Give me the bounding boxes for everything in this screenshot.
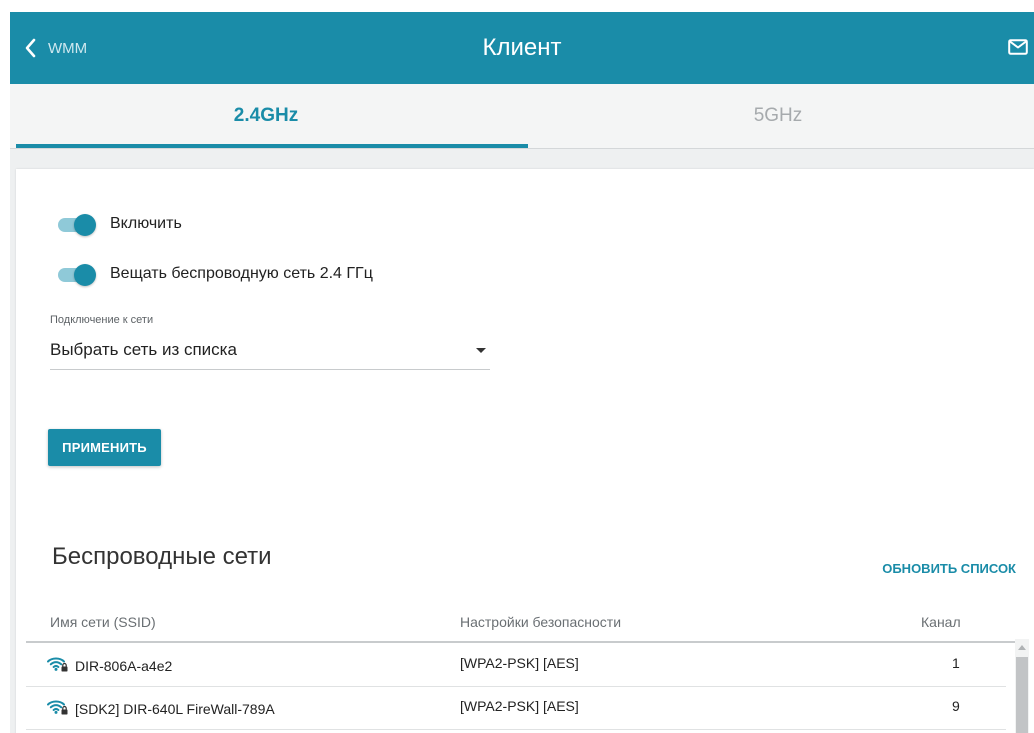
apply-button[interactable]: ПРИМЕНИТЬ (48, 429, 161, 466)
network-ssid: DIR-806A-a4e2 (75, 658, 173, 674)
tab-2-4ghz[interactable]: 2.4GHz (10, 84, 522, 148)
networks-table-header: Имя сети (SSID) Настройки безопасности К… (26, 605, 1016, 643)
band-tabs: 2.4GHz 5GHz (10, 84, 1034, 149)
caret-down-icon (476, 348, 486, 353)
enable-label: Включить (110, 215, 182, 232)
network-security: [WPA2-PSK] [AES] (460, 698, 579, 714)
scroll-up-arrow-icon[interactable] (1018, 645, 1026, 650)
app-window: WMM Клиент 2.4GHz 5GHz Включить Вещать б… (10, 12, 1034, 733)
header-bar: WMM Клиент (10, 12, 1034, 84)
mail-icon[interactable] (1008, 39, 1028, 60)
page-title: Клиент (482, 34, 562, 61)
wifi-locked-icon (47, 699, 69, 718)
broadcast-toggle[interactable] (56, 264, 96, 286)
column-header-security[interactable]: Настройки безопасности (460, 614, 621, 630)
settings-card: Включить Вещать беспроводную сеть 2.4 ГГ… (16, 169, 1034, 733)
column-header-channel[interactable]: Канал (921, 614, 961, 630)
enable-toggle-row[interactable]: Включить (56, 214, 182, 236)
active-tab-indicator (16, 144, 528, 148)
connection-select-value: Выбрать сеть из списка (50, 340, 237, 359)
enable-toggle[interactable] (56, 214, 96, 236)
toggle-knob (74, 264, 96, 286)
broadcast-label: Вещать беспроводную сеть 2.4 ГГц (110, 265, 373, 282)
connection-select[interactable]: Выбрать сеть из списка (50, 334, 490, 370)
connection-field-label: Подключение к сети (50, 314, 154, 326)
wifi-locked-icon (47, 656, 69, 675)
network-security: [WPA2-PSK] [AES] (460, 655, 579, 671)
scroll-thumb[interactable] (1016, 657, 1028, 733)
table-row[interactable]: DIR-806A-a4e2 [WPA2-PSK] [AES] 1 (26, 643, 1006, 687)
refresh-list-button[interactable]: ОБНОВИТЬ СПИСОК (882, 561, 1016, 576)
network-channel: 9 (952, 698, 960, 714)
column-header-ssid[interactable]: Имя сети (SSID) (50, 614, 156, 630)
tab-5ghz[interactable]: 5GHz (522, 84, 1034, 148)
network-channel: 1 (952, 655, 960, 671)
broadcast-toggle-row[interactable]: Вещать беспроводную сеть 2.4 ГГц (56, 264, 373, 286)
network-ssid: [SDK2] DIR-640L FireWall-789A (75, 701, 275, 717)
networks-section-title: Беспроводные сети (52, 543, 272, 570)
table-row[interactable]: [SDK2] DIR-640L FireWall-789A [WPA2-PSK]… (26, 686, 1006, 730)
toggle-knob (74, 214, 96, 236)
table-scrollbar[interactable] (1015, 639, 1029, 733)
